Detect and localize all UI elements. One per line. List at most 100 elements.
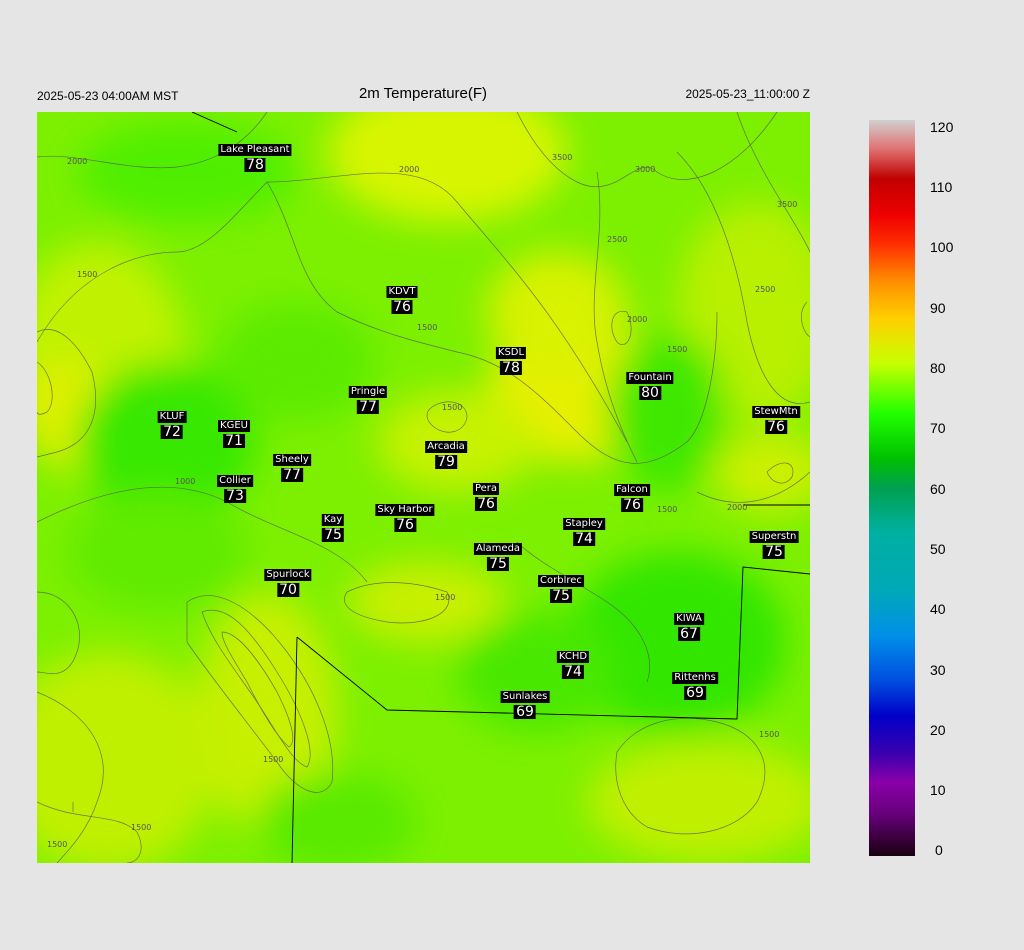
contour-label: 1500 <box>131 823 151 832</box>
station-temperature: 75 <box>550 588 572 604</box>
station-temperature: 75 <box>487 556 509 572</box>
colorbar-tick-label: 10 <box>930 782 946 798</box>
station-marker[interactable]: KGEU 71 <box>218 416 250 448</box>
station-name: KGEU <box>218 420 250 432</box>
station-marker[interactable]: KCHD 74 <box>556 647 590 680</box>
station-marker[interactable]: Stapley 74 <box>563 514 605 546</box>
station-temperature: 80 <box>639 385 661 401</box>
station-temperature: 72 <box>161 424 183 440</box>
station-marker[interactable]: Corblrec 75 <box>538 571 584 603</box>
station-temperature: 76 <box>391 299 413 315</box>
station-marker[interactable]: Sunlakes 69 <box>500 687 550 720</box>
station-name: Collier <box>217 475 253 487</box>
station-temperature: 75 <box>763 544 785 560</box>
station-name: Stapley <box>563 518 605 530</box>
station-marker[interactable]: Fountain 80 <box>626 368 674 401</box>
station-marker[interactable]: Sky Harbor 76 <box>375 500 435 533</box>
station-temperature: 73 <box>224 488 246 504</box>
station-name: Spurlock <box>264 569 312 581</box>
station-marker[interactable]: Pera 76 <box>472 479 500 512</box>
station-marker[interactable]: KSDL 78 <box>495 343 527 376</box>
station-name: Sheely <box>273 454 311 466</box>
station-marker[interactable]: Falcon 76 <box>614 480 650 512</box>
station-marker[interactable]: Arcadia 79 <box>425 437 467 469</box>
colorbar-tick-label: 20 <box>930 722 946 738</box>
station-temperature: 74 <box>562 664 584 680</box>
station-marker[interactable]: Superstn 75 <box>749 527 799 560</box>
contour-label: 2500 <box>607 235 627 244</box>
station-marker[interactable]: Collier 73 <box>217 471 253 503</box>
station-name: KDVT <box>386 286 418 298</box>
station-name: KIWA <box>674 613 704 625</box>
station-temperature: 78 <box>244 157 266 173</box>
colorbar-tick-label: 120 <box>930 119 954 135</box>
contour-label: 1500 <box>657 505 677 514</box>
colorbar-tick-label: 40 <box>930 601 946 617</box>
contour-label: 1500 <box>667 345 687 354</box>
contour-label: 3000 <box>635 165 655 174</box>
station-marker[interactable]: Kay 75 <box>321 510 345 543</box>
station-temperature: 70 <box>277 582 299 598</box>
station-marker[interactable]: KDVT 76 <box>386 282 418 315</box>
station-marker[interactable]: Pringle 77 <box>348 382 388 415</box>
station-name: KLUF <box>157 411 187 423</box>
contour-label: 1500 <box>263 755 283 764</box>
station-temperature: 71 <box>223 433 245 449</box>
contour-label: 2000 <box>399 165 419 174</box>
temperature-map[interactable]: 2000 3500 3000 3500 2000 2500 2000 2500 … <box>37 112 810 863</box>
station-marker[interactable]: Spurlock 70 <box>264 565 312 598</box>
station-temperature: 78 <box>500 360 522 376</box>
colorbar-tick-label: 50 <box>930 541 946 557</box>
station-name: Superstn <box>749 531 799 543</box>
station-name: KSDL <box>495 347 527 359</box>
station-name: Sky Harbor <box>375 504 435 516</box>
colorbar-tick-label: 90 <box>930 300 946 316</box>
station-name: Pera <box>472 483 500 495</box>
station-temperature: 76 <box>475 496 497 512</box>
station-name: Falcon <box>614 484 650 496</box>
station-name: Arcadia <box>425 441 467 453</box>
station-temperature: 76 <box>394 517 416 533</box>
station-temperature: 69 <box>514 704 536 720</box>
station-temperature: 75 <box>322 527 344 543</box>
header-utc-time: 2025-05-23_11:00:00 Z <box>685 87 810 101</box>
station-name: Rittenhs <box>672 672 718 684</box>
colorbar-tick-label: 70 <box>930 420 946 436</box>
station-temperature: 69 <box>684 685 706 701</box>
station-name: Sunlakes <box>500 691 550 703</box>
station-name: Lake Pleasant <box>218 144 292 156</box>
station-name: Alameda <box>473 543 523 555</box>
contour-label: 3500 <box>777 200 797 209</box>
contour-label: 2000 <box>627 315 647 324</box>
station-name: Pringle <box>348 386 388 398</box>
station-temperature: 79 <box>435 454 457 470</box>
station-marker[interactable]: Lake Pleasant 78 <box>218 140 292 173</box>
station-marker[interactable]: Rittenhs 69 <box>672 668 718 700</box>
station-temperature: 67 <box>678 626 700 642</box>
station-temperature: 74 <box>573 531 595 547</box>
contour-label: 2000 <box>727 503 747 512</box>
contour-label: 1500 <box>77 270 97 279</box>
station-marker[interactable]: Alameda 75 <box>473 539 523 572</box>
station-marker[interactable]: Sheely 77 <box>273 450 311 482</box>
station-temperature: 76 <box>621 497 643 513</box>
contour-label: 2000 <box>67 157 87 166</box>
station-temperature: 77 <box>357 399 379 415</box>
contour-label: 2500 <box>755 285 775 294</box>
temperature-colorbar <box>869 120 915 856</box>
temperature-field: 2000 3500 3000 3500 2000 2500 2000 2500 … <box>37 112 810 863</box>
contour-label: 1500 <box>435 593 455 602</box>
contour-label: 1500 <box>442 403 462 412</box>
station-temperature: 77 <box>281 467 303 483</box>
station-temperature: 76 <box>765 419 787 435</box>
station-marker[interactable]: KIWA 67 <box>674 609 704 641</box>
colorbar-tick-label: 30 <box>930 662 946 678</box>
station-marker[interactable]: KLUF 72 <box>157 407 187 440</box>
colorbar-tick-label: 0 <box>935 842 943 858</box>
contour-label: 1500 <box>417 323 437 332</box>
colorbar-tick-label: 110 <box>930 179 953 195</box>
station-marker[interactable]: StewMtn 76 <box>752 402 800 434</box>
station-name: Kay <box>321 514 345 526</box>
contour-label: 3500 <box>552 153 572 162</box>
station-name: StewMtn <box>752 406 800 418</box>
